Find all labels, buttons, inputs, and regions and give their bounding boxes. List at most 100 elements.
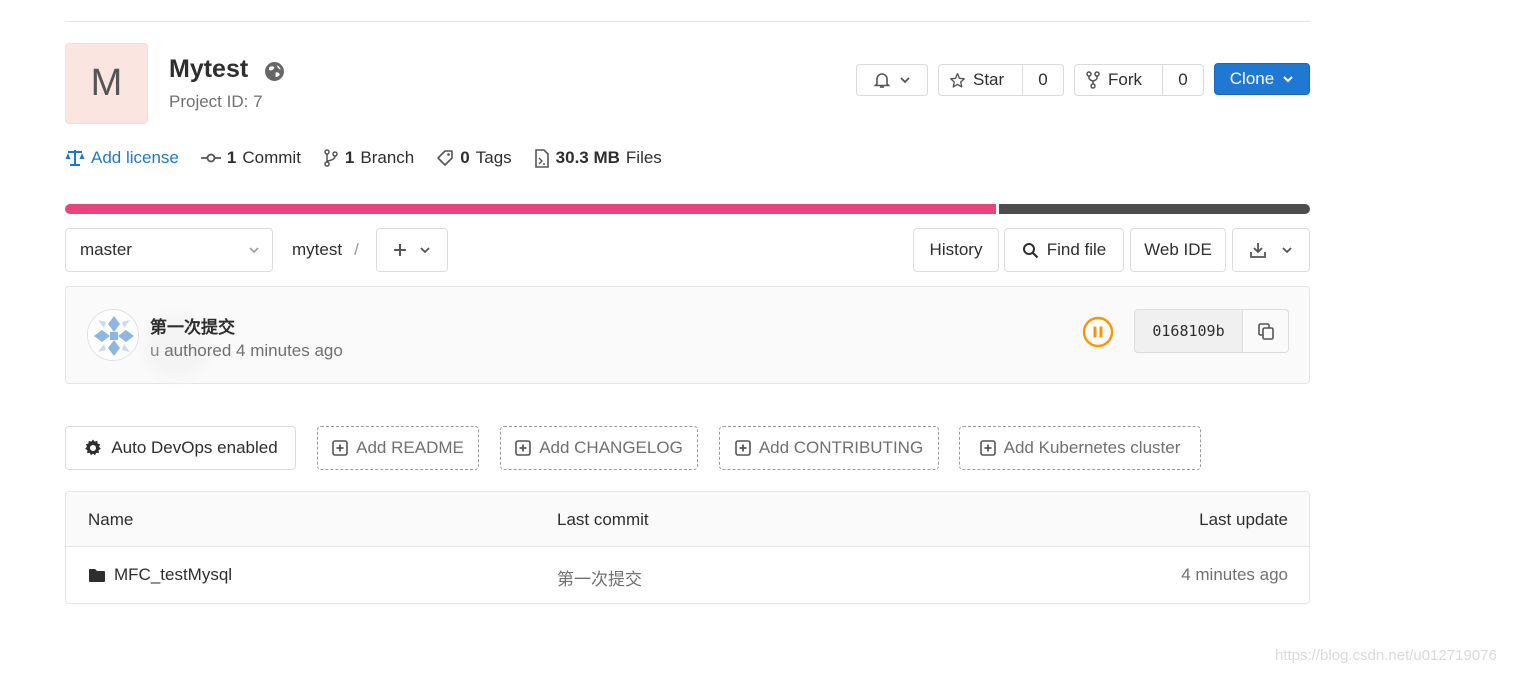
history-button[interactable]: History [913, 228, 999, 272]
star-button-group: Star 0 [938, 64, 1064, 96]
commit-author-avatar[interactable] [87, 309, 139, 361]
row-last-commit[interactable]: 第一次提交 [557, 565, 642, 590]
pipeline-paused-icon[interactable] [1082, 316, 1114, 348]
find-file-label: Find file [1046, 240, 1107, 259]
commit-icon [200, 153, 221, 163]
bell-icon [873, 73, 891, 88]
fork-label: Fork [1108, 70, 1142, 89]
clone-dropdown-button[interactable]: Clone [1214, 63, 1310, 95]
breadcrumb-separator: / [354, 240, 359, 259]
add-license-link[interactable]: Add license [65, 148, 179, 168]
add-changelog-button[interactable]: Add CHANGELOG [500, 426, 698, 470]
files-stat[interactable]: 30.3 MB Files [534, 148, 662, 168]
plus-square-icon [979, 440, 996, 456]
language-segment-secondary[interactable] [999, 204, 1310, 214]
project-title[interactable]: Mytest [169, 55, 248, 84]
folder-icon [89, 568, 105, 582]
branch-selector-value: master [80, 240, 132, 259]
tag-icon [437, 150, 454, 166]
table-header: Name Last commit Last update [66, 492, 1309, 547]
add-readme-label: Add README [356, 438, 464, 457]
project-avatar-letter: M [90, 62, 123, 104]
star-count-value: 0 [1038, 70, 1048, 89]
find-file-button[interactable]: Find file [1004, 228, 1124, 272]
files-label: Files [625, 148, 662, 167]
commit-author[interactable]: u [150, 341, 159, 360]
add-contributing-button[interactable]: Add CONTRIBUTING [719, 426, 939, 470]
add-file-dropdown[interactable] [376, 228, 448, 272]
file-tree-table: Name Last commit Last update MFC_testMys… [65, 491, 1310, 604]
commit-count: 1 [226, 148, 237, 167]
project-avatar[interactable]: M [65, 43, 148, 124]
add-contributing-label: Add CONTRIBUTING [758, 438, 924, 457]
commit-label: Commit [242, 148, 301, 167]
branch-icon [324, 149, 338, 167]
web-ide-button[interactable]: Web IDE [1130, 228, 1226, 272]
star-count[interactable]: 0 [1022, 65, 1063, 95]
fork-count[interactable]: 0 [1162, 65, 1203, 95]
chevron-down-icon [249, 247, 259, 254]
star-button[interactable]: Star [939, 65, 1022, 95]
plus-square-icon [332, 440, 348, 456]
globe-icon [265, 62, 284, 81]
copy-icon [1257, 323, 1274, 340]
download-icon [1250, 243, 1266, 258]
add-changelog-label: Add CHANGELOG [539, 438, 683, 457]
commit-meta: u authored 4 minutes ago [150, 341, 343, 361]
commit-authored-time: authored 4 minutes ago [164, 341, 343, 360]
commit-sha-group: 0168109b [1134, 309, 1289, 353]
last-commit-panel: 第一次提交 u authored 4 minutes ago 0168109b [65, 286, 1310, 387]
star-label: Star [973, 70, 1005, 89]
copy-sha-button[interactable] [1242, 310, 1288, 352]
watermark: https://blog.csdn.net/u012719076 [1275, 647, 1497, 664]
add-readme-button[interactable]: Add README [317, 426, 479, 470]
file-name[interactable]: MFC_testMysql [114, 565, 232, 585]
branch-selector[interactable]: master [65, 228, 273, 272]
download-dropdown[interactable] [1232, 228, 1310, 272]
clone-label: Clone [1229, 69, 1275, 88]
plus-square-icon [515, 440, 531, 456]
files-size: 30.3 MB [555, 148, 620, 167]
column-header-last-commit: Last commit [557, 510, 649, 529]
tag-label: Tags [475, 148, 512, 167]
commits-stat[interactable]: 1 Commit [200, 148, 301, 168]
fork-button[interactable]: Fork [1075, 65, 1162, 95]
tag-count: 0 [460, 148, 470, 167]
auto-devops-label: Auto DevOps enabled [111, 438, 278, 457]
chevron-down-icon [900, 77, 910, 84]
branches-stat[interactable]: 1 Branch [323, 148, 414, 168]
repository-language-bar[interactable] [65, 204, 1310, 214]
plus-square-icon [735, 440, 751, 456]
tags-stat[interactable]: 0 Tags [436, 148, 512, 168]
file-name-cell[interactable]: MFC_testMysql [88, 565, 232, 585]
chevron-down-icon [420, 247, 430, 254]
row-last-update: 4 minutes ago [1181, 565, 1288, 584]
add-kubernetes-cluster-label: Add Kubernetes cluster [1003, 438, 1181, 457]
top-divider [65, 21, 1310, 22]
star-icon [950, 72, 965, 88]
branch-count: 1 [344, 148, 355, 167]
web-ide-label: Web IDE [1144, 240, 1212, 259]
table-row[interactable]: MFC_testMysql 第一次提交 4 minutes ago [66, 547, 1309, 603]
notification-dropdown[interactable] [856, 64, 928, 96]
project-id: Project ID: 7 [169, 92, 263, 111]
gear-icon [85, 439, 102, 456]
identicon-icon [88, 310, 138, 360]
plus-icon [394, 244, 406, 256]
scale-icon [65, 150, 85, 166]
column-header-name: Name [88, 510, 134, 529]
chevron-down-icon [1282, 247, 1292, 254]
breadcrumb: mytest / [292, 240, 359, 260]
language-segment-primary[interactable] [65, 204, 997, 214]
fork-count-value: 0 [1178, 70, 1188, 89]
file-icon [534, 148, 549, 168]
chevron-down-icon [1283, 76, 1293, 83]
auto-devops-button[interactable]: Auto DevOps enabled [65, 426, 296, 470]
search-icon [1022, 242, 1039, 258]
commit-title[interactable]: 第一次提交 [150, 313, 235, 338]
fork-icon [1086, 71, 1100, 89]
add-kubernetes-cluster-button[interactable]: Add Kubernetes cluster [959, 426, 1201, 470]
commit-sha[interactable]: 0168109b [1135, 310, 1242, 352]
history-label: History [929, 240, 983, 259]
breadcrumb-root[interactable]: mytest [292, 240, 342, 260]
